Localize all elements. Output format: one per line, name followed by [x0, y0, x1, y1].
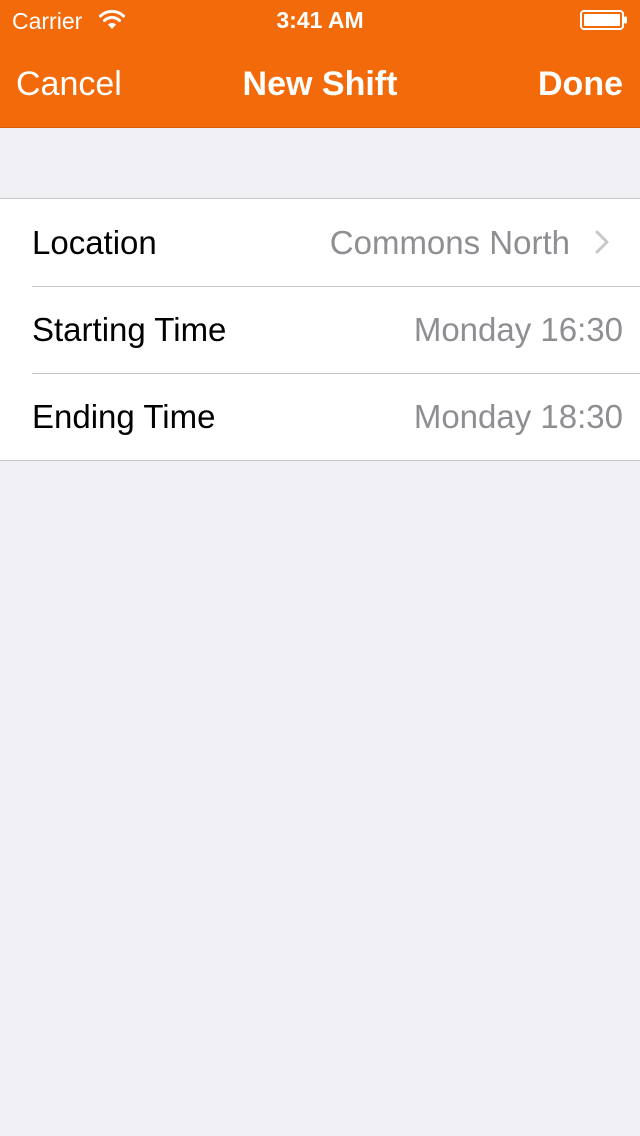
location-value: Commons North	[329, 224, 570, 261]
shift-details-table: Location Commons North Starting Time Mon…	[0, 198, 640, 461]
done-button[interactable]: Done	[538, 64, 623, 104]
ending-time-label: Ending Time	[32, 398, 216, 435]
starting-time-row[interactable]: Starting Time Monday 16:30	[0, 286, 640, 373]
location-label: Location	[32, 224, 157, 261]
starting-time-value: Monday 16:30	[413, 311, 623, 348]
ending-time-row[interactable]: Ending Time Monday 18:30	[0, 373, 640, 460]
chevron-right-icon	[595, 230, 609, 254]
battery-icon	[580, 10, 627, 30]
new-shift-screen: Carrier 3:41 AM Cancel New Shift Done Lo…	[0, 0, 640, 1136]
ending-time-value: Monday 18:30	[413, 398, 623, 435]
location-row[interactable]: Location Commons North	[0, 199, 640, 286]
navigation-bar: Carrier 3:41 AM Cancel New Shift Done	[0, 0, 640, 128]
status-time: 3:41 AM	[276, 7, 364, 33]
starting-time-label: Starting Time	[32, 311, 227, 348]
